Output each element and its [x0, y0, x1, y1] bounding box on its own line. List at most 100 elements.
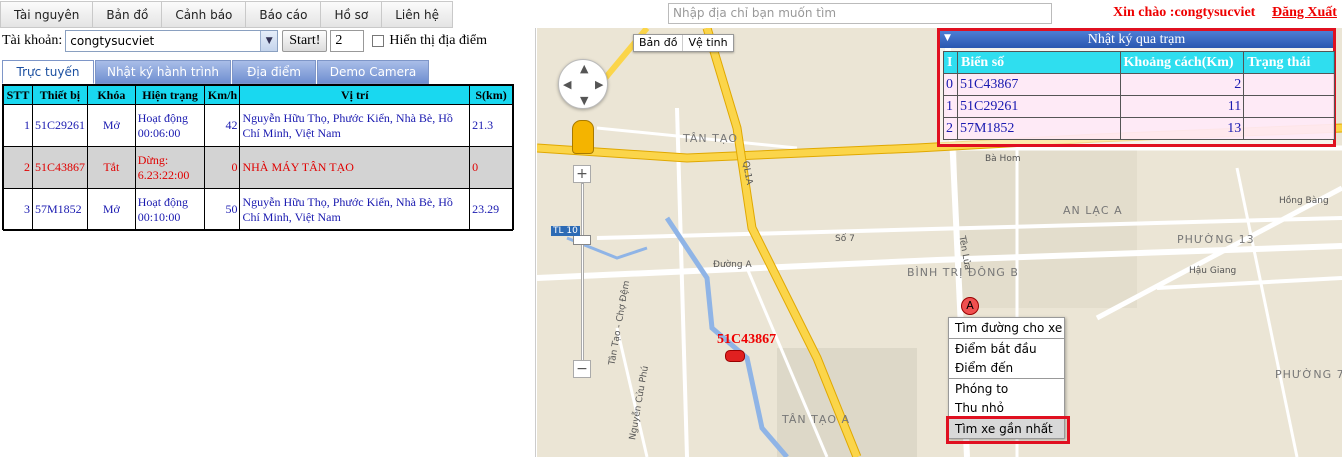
- col-header-distance[interactable]: S(km): [469, 85, 513, 105]
- col-header-lock[interactable]: Khóa: [86, 85, 136, 105]
- vehicle-panel: Tài khoản: congtysucviet ▼ Start! 2 Hiển…: [0, 28, 516, 457]
- panel-tabs: Trực tuyến Nhật ký hành trình Địa điểm D…: [2, 60, 430, 84]
- account-select[interactable]: congtysucviet ▼: [65, 30, 279, 52]
- ctx-end-point[interactable]: Điểm đến: [949, 358, 1064, 378]
- pan-control[interactable]: ▲ ▼ ◀ ▶: [558, 59, 608, 109]
- col-header-status[interactable]: Hiện trạng: [134, 85, 206, 105]
- col-header-stt[interactable]: STT: [3, 85, 33, 105]
- map-label-hong-bang: Hồng Bàng: [1279, 196, 1329, 206]
- cell-device[interactable]: 51C29261: [31, 104, 88, 147]
- col-header-plate[interactable]: Biển số: [956, 51, 1121, 74]
- cell-distance: 21.3: [469, 104, 513, 147]
- station-log-header: I Biển số Khoảng cách(Km) Trạng thái: [943, 51, 1335, 74]
- col-header-log-status[interactable]: Trạng thái: [1243, 51, 1335, 74]
- zoom-slider-track[interactable]: [581, 183, 584, 363]
- col-header-device[interactable]: Thiết bị: [31, 85, 88, 105]
- table-row[interactable]: 1 51C29261 Mở Hoạt động 00:06:00 42 Nguy…: [3, 104, 513, 147]
- ctx-zoom-in[interactable]: Phóng to: [949, 378, 1064, 398]
- map-type-satellite[interactable]: Vệ tinh: [682, 35, 732, 51]
- table-row[interactable]: 3 57M1852 Mở Hoạt động 00:10:00 50 Nguyễ…: [3, 188, 513, 231]
- menu-item-alerts[interactable]: Cảnh báo: [162, 1, 247, 28]
- cell-log-status: [1243, 73, 1335, 96]
- col-header-log-distance[interactable]: Khoảng cách(Km): [1119, 51, 1245, 74]
- map-label-phuong-7: PHƯỜNG 7: [1275, 368, 1342, 381]
- cell-index: 2: [943, 117, 958, 140]
- cell-location: NHÀ MÁY TÂN TẠO: [239, 146, 471, 189]
- count-input[interactable]: 2: [330, 30, 365, 52]
- map-type-roadmap[interactable]: Bản đồ: [634, 35, 682, 51]
- station-log-panel: Nhật ký qua trạm ▼ I Biển số Khoảng cách…: [937, 28, 1336, 147]
- map-type-control: Bản đồ Vệ tinh: [633, 34, 734, 52]
- account-row: Tài khoản: congtysucviet ▼ Start! 2 Hiển…: [2, 30, 487, 52]
- cell-distance: 0: [469, 146, 513, 189]
- tab-online[interactable]: Trực tuyến: [2, 60, 94, 84]
- top-bar: Tài nguyên Bản đồ Cảnh báo Báo cáo Hồ sơ…: [0, 0, 1342, 28]
- account-select-value: congtysucviet: [70, 34, 155, 48]
- vehicle-map-label: 51C43867: [717, 332, 777, 347]
- cell-device[interactable]: 57M1852: [31, 188, 88, 231]
- col-header-index[interactable]: I: [943, 51, 958, 74]
- table-row[interactable]: 0 51C43867 2: [943, 73, 1335, 96]
- tab-trip-log[interactable]: Nhật ký hành trình: [95, 60, 231, 84]
- pan-down-icon[interactable]: ▼: [580, 94, 588, 107]
- cell-log-distance: 13: [1119, 117, 1245, 140]
- pan-right-icon[interactable]: ▶: [595, 78, 603, 91]
- cell-plate: 51C43867: [956, 73, 1121, 96]
- zoom-slider-handle[interactable]: [573, 235, 591, 245]
- zoom-out-icon[interactable]: −: [573, 360, 591, 378]
- location-marker-icon[interactable]: A: [961, 297, 979, 315]
- cell-index: 0: [943, 73, 958, 96]
- menu-item-map[interactable]: Bản đồ: [93, 1, 163, 28]
- collapse-icon[interactable]: ▼: [944, 33, 951, 43]
- nearest-vehicle-highlight: [946, 416, 1070, 444]
- table-row[interactable]: 1 51C29261 11: [943, 95, 1335, 118]
- zoom-in-icon[interactable]: +: [573, 165, 591, 183]
- map-label-duong-a: Đường A: [713, 260, 752, 270]
- cell-device[interactable]: 51C43867: [31, 146, 88, 189]
- menu-item-reports[interactable]: Báo cáo: [246, 1, 322, 28]
- pan-up-icon[interactable]: ▲: [580, 62, 588, 75]
- cell-stt: 2: [3, 146, 33, 189]
- cell-distance: 23.29: [469, 188, 513, 231]
- map-label-phuong-13: PHƯỜNG 13: [1177, 233, 1255, 246]
- vehicle-table-header: STT Thiết bị Khóa Hiện trạng Km/h Vị trí…: [3, 85, 513, 105]
- logout-link[interactable]: Đăng Xuất: [1272, 5, 1337, 21]
- car-icon[interactable]: [725, 350, 745, 362]
- ctx-start-point[interactable]: Điểm bắt đầu: [949, 338, 1064, 358]
- cell-location: Nguyễn Hữu Thọ, Phước Kiển, Nhà Bè, Hồ C…: [239, 188, 471, 231]
- menu-item-profile[interactable]: Hồ sơ: [321, 1, 383, 28]
- menu-item-contact[interactable]: Liên hệ: [382, 1, 454, 28]
- ctx-find-route[interactable]: Tìm đường cho xe: [949, 318, 1064, 338]
- cell-stt: 1: [3, 104, 33, 147]
- menu-item-resources[interactable]: Tài nguyên: [0, 1, 94, 28]
- chevron-down-icon[interactable]: ▼: [260, 31, 278, 51]
- tab-demo-camera[interactable]: Demo Camera: [317, 60, 429, 84]
- map-label-tl10: TL 10: [551, 226, 580, 236]
- address-search-input[interactable]: Nhập địa chỉ bạn muốn tìm: [668, 3, 1052, 24]
- col-header-location[interactable]: Vị trí: [239, 85, 471, 105]
- station-log-title: Nhật ký qua trạm: [940, 31, 1333, 48]
- cell-status: Hoạt động 00:10:00: [134, 188, 206, 231]
- cell-speed: 42: [204, 104, 241, 147]
- map-label-an-lac-a: AN LẠC A: [1063, 204, 1123, 217]
- cell-log-distance: 11: [1119, 95, 1245, 118]
- map-label-hau-giang: Hậu Giang: [1189, 266, 1237, 276]
- col-header-speed[interactable]: Km/h: [204, 85, 241, 105]
- vehicle-table: STT Thiết bị Khóa Hiện trạng Km/h Vị trí…: [3, 85, 513, 231]
- map-label-so-7: Số 7: [835, 234, 855, 244]
- table-row[interactable]: 2 57M1852 13: [943, 117, 1335, 140]
- ctx-zoom-out[interactable]: Thu nhỏ: [949, 398, 1064, 418]
- greeting-text: Xin chào :congtysucviet: [1113, 5, 1256, 20]
- show-places-checkbox[interactable]: [372, 35, 385, 47]
- tab-places[interactable]: Địa điểm: [232, 60, 316, 84]
- cell-plate: 57M1852: [956, 117, 1121, 140]
- pan-left-icon[interactable]: ◀: [563, 78, 571, 91]
- panel-splitter[interactable]: [516, 28, 536, 457]
- table-row[interactable]: 2 51C43867 Tắt Dừng: 6.23:22:00 0 NHÀ MÁ…: [3, 146, 513, 189]
- cell-speed: 0: [204, 146, 241, 189]
- start-button[interactable]: Start!: [282, 30, 328, 52]
- street-view-pegman-icon[interactable]: [572, 120, 594, 154]
- cell-plate: 51C29261: [956, 95, 1121, 118]
- cell-log-status: [1243, 95, 1335, 118]
- cell-speed: 50: [204, 188, 241, 231]
